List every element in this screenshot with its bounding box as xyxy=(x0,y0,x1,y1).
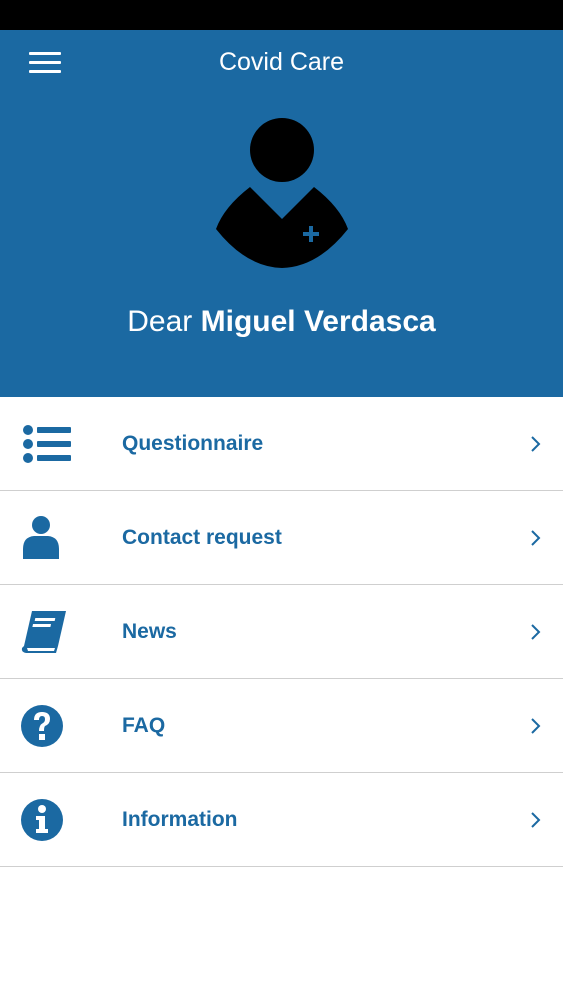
chevron-right-icon xyxy=(531,811,541,828)
status-bar xyxy=(0,0,563,30)
book-icon xyxy=(21,610,66,653)
greeting: Dear Miguel Verdasca xyxy=(0,302,563,342)
chevron-right-icon xyxy=(531,435,541,452)
menu-item-label: Contact request xyxy=(122,526,282,549)
menu-item-label: Information xyxy=(122,808,238,831)
chevron-right-icon xyxy=(531,717,541,734)
greeting-prefix: Dear xyxy=(127,305,193,338)
person-icon xyxy=(23,515,59,559)
main-menu: Questionnaire Contact request News FAQ I… xyxy=(0,397,563,867)
chevron-right-icon xyxy=(531,529,541,546)
menu-item-questionnaire[interactable]: Questionnaire xyxy=(0,397,563,491)
menu-item-news[interactable]: News xyxy=(0,585,563,679)
question-circle-icon xyxy=(21,704,63,747)
chevron-right-icon xyxy=(531,623,541,640)
doctor-avatar-icon xyxy=(216,118,348,268)
menu-item-label: FAQ xyxy=(122,714,166,737)
app-title: Covid Care xyxy=(218,48,345,76)
list-icon xyxy=(23,424,71,463)
menu-item-faq[interactable]: FAQ xyxy=(0,679,563,773)
info-circle-icon xyxy=(21,798,63,841)
menu-item-label: Questionnaire xyxy=(122,432,264,455)
menu-item-information[interactable]: Information xyxy=(0,773,563,867)
menu-item-contact-request[interactable]: Contact request xyxy=(0,491,563,585)
user-name: Miguel Verdasca xyxy=(200,305,436,338)
menu-item-label: News xyxy=(122,620,177,643)
header: Covid Care Dear Miguel Verdasca xyxy=(0,30,563,397)
